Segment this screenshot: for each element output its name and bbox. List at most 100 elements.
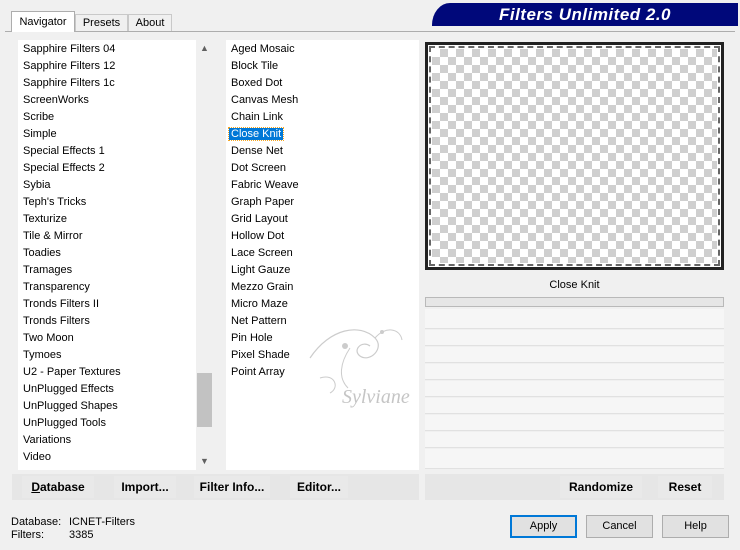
filter-list-item[interactable]: Close Knit	[227, 126, 285, 143]
list-item-label: Sapphire Filters 04	[23, 43, 116, 55]
filter-list-item[interactable]: Pixel Shade	[229, 347, 292, 364]
filter-list-item[interactable]: Canvas Mesh	[229, 92, 300, 109]
category-list-item[interactable]: Sybia	[21, 177, 53, 194]
filter-list-item[interactable]: Mezzo Grain	[229, 279, 295, 296]
list-item-label: Pin Hole	[231, 332, 273, 344]
list-item-label: Dot Screen	[231, 162, 287, 174]
category-list-item[interactable]: Texturize	[21, 211, 69, 228]
reset-button[interactable]: Reset	[658, 476, 712, 498]
filter-list-item[interactable]: Point Array	[229, 364, 287, 381]
category-list-item[interactable]: Sapphire Filters 12	[21, 58, 117, 75]
category-list-item[interactable]: ScreenWorks	[21, 92, 91, 109]
preview-filter-name: Close Knit	[549, 279, 600, 291]
list-item-label: Mezzo Grain	[231, 281, 294, 293]
list-item-label: Graph Paper	[231, 196, 294, 208]
list-item-label: Tronds Filters	[23, 315, 90, 327]
param-slot	[425, 432, 724, 448]
database-status-value: ICNET-Filters	[69, 516, 135, 528]
category-list-item[interactable]: Special Effects 2	[21, 160, 107, 177]
category-list-item[interactable]: Tronds Filters II	[21, 296, 101, 313]
filter-list-item[interactable]: Net Pattern	[229, 313, 289, 330]
database-button[interactable]: Database	[22, 476, 94, 498]
list-item-label: Chain Link	[231, 111, 283, 123]
list-item-label: UnPlugged Tools	[23, 417, 106, 429]
category-list[interactable]: Sapphire Filters 04 Sapphire Filters 12 Sa…	[18, 40, 196, 470]
tab-navigator[interactable]: Navigator	[11, 11, 75, 32]
category-list-item[interactable]: Transparency	[21, 279, 92, 296]
category-list-item[interactable]: Tile & Mirror	[21, 228, 84, 245]
scroll-down-icon[interactable]: ▼	[196, 453, 213, 470]
filter-list-item[interactable]: Block Tile	[229, 58, 280, 75]
filter-list-item[interactable]: Aged Mosaic	[229, 41, 297, 58]
apply-button[interactable]: Apply	[510, 515, 577, 538]
list-item-label: Hollow Dot	[231, 230, 285, 242]
randomize-button[interactable]: Randomize	[560, 476, 642, 498]
scrollbar-thumb[interactable]	[197, 373, 212, 427]
filter-list-item[interactable]: Dot Screen	[229, 160, 288, 177]
param-slot	[425, 364, 724, 380]
param-slot	[425, 330, 724, 346]
list-item-label: UnPlugged Effects	[23, 383, 114, 395]
category-list-item[interactable]: Two Moon	[21, 330, 76, 347]
database-label: atabase	[39, 480, 85, 494]
list-item-label: UnPlugged Shapes	[23, 400, 118, 412]
list-item-label: Micro Maze	[231, 298, 288, 310]
param-slot	[425, 347, 724, 363]
category-list-item[interactable]: Tymoes	[21, 347, 64, 364]
category-list-item[interactable]: Sapphire Filters 1c	[21, 75, 117, 92]
filter-list-item[interactable]: Dense Net	[229, 143, 285, 160]
filter-list-item[interactable]: Fabric Weave	[229, 177, 301, 194]
category-list-item[interactable]: Special Effects 1	[21, 143, 107, 160]
filter-list-item[interactable]: Light Gauze	[229, 262, 292, 279]
list-item-label: Canvas Mesh	[231, 94, 299, 106]
scroll-up-icon[interactable]: ▲	[196, 40, 213, 57]
category-list-item[interactable]: Video	[21, 449, 53, 466]
category-list-item[interactable]: UnPlugged Effects	[21, 381, 116, 398]
database-status-label: Database:	[11, 516, 62, 528]
category-list-item[interactable]: Toadies	[21, 245, 63, 262]
param-slot	[425, 415, 724, 431]
category-list-item[interactable]: Scribe	[21, 109, 56, 126]
category-list-item[interactable]: Variations	[21, 432, 73, 449]
category-list-item[interactable]: UnPlugged Tools	[21, 415, 108, 432]
list-item-label: Block Tile	[231, 60, 279, 72]
list-item-label: Simple	[23, 128, 57, 140]
category-list-item[interactable]: Sapphire Filters 04	[21, 41, 117, 58]
category-scrollbar[interactable]: ▲ ▼	[196, 40, 213, 470]
list-item-label: Tronds Filters II	[23, 298, 99, 310]
list-item-label: Video	[23, 451, 51, 463]
filter-list-item[interactable]: Grid Layout	[229, 211, 290, 228]
progress-bar	[425, 297, 724, 307]
list-item-label: Tile & Mirror	[23, 230, 83, 242]
filter-list-item[interactable]: Graph Paper	[229, 194, 296, 211]
editor-button[interactable]: Editor...	[290, 476, 348, 498]
filter-list-item[interactable]: Micro Maze	[229, 296, 290, 313]
list-item-label: Scribe	[23, 111, 55, 123]
list-item-label: Boxed Dot	[231, 77, 283, 89]
tab-presets[interactable]: Presets	[75, 14, 128, 31]
cancel-button[interactable]: Cancel	[586, 515, 653, 538]
filter-list-item[interactable]: Chain Link	[229, 109, 285, 126]
filter-list-item[interactable]: Boxed Dot	[229, 75, 284, 92]
category-list-item[interactable]: Tramages	[21, 262, 74, 279]
list-item-label: Special Effects 1	[23, 145, 105, 157]
filter-list-item[interactable]: Hollow Dot	[229, 228, 286, 245]
category-list-item[interactable]: UnPlugged Shapes	[21, 398, 120, 415]
category-list-item[interactable]: Tronds Filters	[21, 313, 92, 330]
category-list-item[interactable]: Simple	[21, 126, 59, 143]
category-list-item[interactable]: Teph's Tricks	[21, 194, 88, 211]
category-list-item[interactable]: U2 - Paper Textures	[21, 364, 123, 381]
list-item-label: Teph's Tricks	[23, 196, 87, 208]
tab-divider	[5, 31, 735, 32]
filter-info-button[interactable]: Filter Info...	[194, 476, 270, 498]
filters-count-label: Filters:	[11, 529, 44, 541]
list-item-label: Toadies	[23, 247, 61, 259]
filter-list-item[interactable]: Lace Screen	[229, 245, 295, 262]
tab-about[interactable]: About	[128, 14, 172, 31]
list-item-label: Lace Screen	[231, 247, 293, 259]
help-button[interactable]: Help	[662, 515, 729, 538]
list-item-label: ScreenWorks	[23, 94, 89, 106]
list-item-label: Aged Mosaic	[231, 43, 295, 55]
filter-list-item[interactable]: Pin Hole	[229, 330, 275, 347]
import-button[interactable]: Import...	[114, 476, 176, 498]
